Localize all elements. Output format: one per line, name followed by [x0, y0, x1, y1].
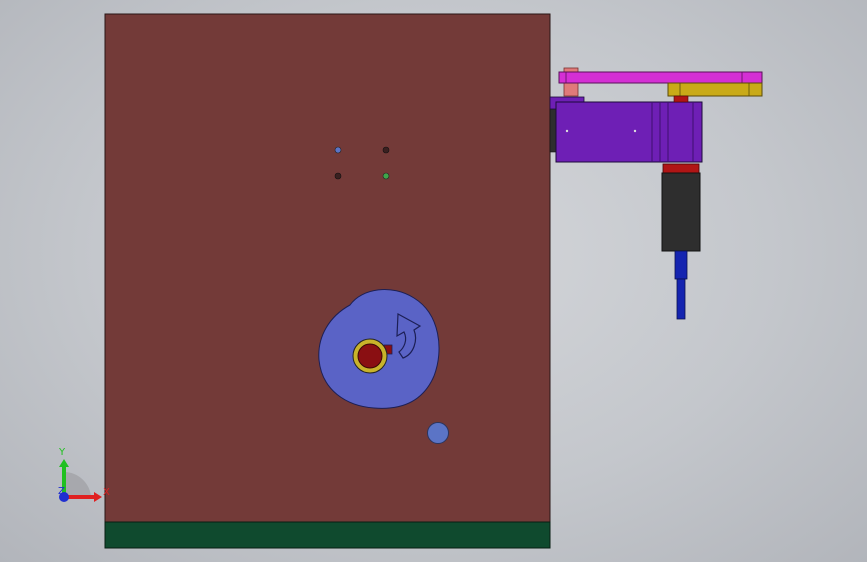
mount-bracket[interactable] [549, 107, 557, 153]
hole-bottom-right[interactable] [382, 172, 390, 180]
cam-shaft[interactable] [357, 343, 383, 369]
z-axis-label: Z [58, 486, 65, 497]
hole-top-left[interactable] [334, 146, 342, 154]
cad-viewport[interactable]: Y X Z [0, 0, 867, 562]
motor-assembly[interactable] [549, 67, 763, 320]
x-axis-label: X [103, 487, 110, 498]
rod-upper[interactable] [674, 250, 688, 280]
base-strip[interactable] [104, 521, 551, 549]
top-arm[interactable] [558, 71, 763, 84]
triad-plane-icon [64, 471, 91, 497]
coordinate-triad: Y X Z [58, 447, 110, 502]
housing-screw-right [633, 129, 637, 133]
dark-block[interactable] [661, 172, 701, 252]
follower-hole[interactable] [427, 422, 449, 444]
housing-screw-left [565, 129, 569, 133]
hole-top-right[interactable] [382, 146, 390, 154]
y-axis-label: Y [58, 447, 66, 458]
back-plate[interactable] [104, 13, 551, 525]
arm-coupler[interactable] [673, 95, 689, 103]
gold-link[interactable] [667, 82, 763, 97]
motor-housing[interactable] [555, 101, 703, 163]
hole-bottom-left[interactable] [334, 172, 342, 180]
rod-lower[interactable] [676, 278, 686, 320]
model-scene[interactable]: Y X Z [0, 0, 867, 562]
